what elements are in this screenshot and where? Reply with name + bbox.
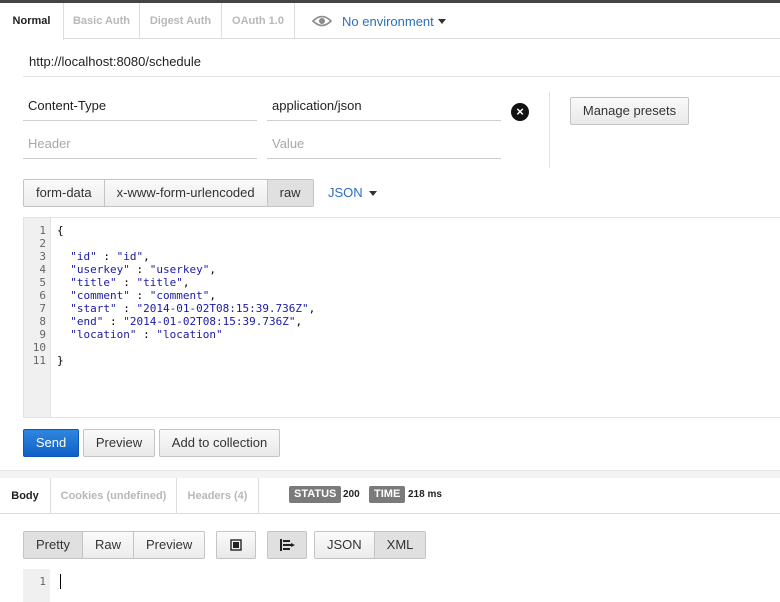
line-number: 10	[32, 341, 46, 354]
format-json[interactable]: JSON	[315, 532, 375, 558]
line-number: 4	[39, 263, 46, 276]
response-format-group: JSON XML	[314, 531, 427, 559]
view-raw[interactable]: Raw	[82, 532, 134, 558]
raw-format-dropdown[interactable]: JSON	[328, 185, 378, 200]
status-value: 200	[343, 489, 360, 500]
code-line: "location" : "location"	[70, 328, 223, 341]
chevron-down-icon	[437, 18, 446, 24]
auth-tabs: Normal Basic Auth Digest Auth OAuth 1.0 …	[0, 3, 780, 40]
response-body-viewer[interactable]: 1	[23, 569, 780, 602]
request-body-editor[interactable]: 1 2 3 4 5 6 7 8 9 10 11 { "id" : "id", "userkey" :…	[23, 217, 780, 418]
code-line: "userkey" : "userkey",	[70, 263, 216, 276]
tab-digest-auth[interactable]: Digest Auth	[140, 3, 222, 39]
send-button[interactable]: Send	[23, 429, 79, 457]
wrap-lines-icon	[280, 539, 295, 551]
code-line: }	[57, 354, 64, 367]
line-number: 1	[39, 575, 46, 588]
tab-cookies[interactable]: Cookies (undefined)	[51, 478, 177, 514]
eye-icon	[312, 15, 332, 27]
wrap-lines-button[interactable]	[267, 531, 307, 559]
line-number: 5	[39, 276, 46, 289]
status-badge: STATUS	[289, 486, 342, 503]
time-badge: TIME	[369, 486, 406, 503]
view-pretty[interactable]: Pretty	[24, 532, 83, 558]
line-number: 8	[39, 315, 46, 328]
line-number: 9	[39, 328, 46, 341]
code-line: "start" : "2014-01-02T08:15:39.736Z",	[70, 302, 316, 315]
header-divider	[549, 92, 550, 168]
new-header-key-input[interactable]	[23, 129, 257, 159]
response-gutter: 1	[23, 569, 50, 602]
header-value-input[interactable]	[267, 91, 501, 121]
manage-presets-button[interactable]: Manage presets	[570, 97, 689, 125]
code-line: {	[57, 224, 64, 237]
tab-body[interactable]: Body	[0, 478, 51, 514]
environment-label: No environment	[342, 13, 434, 29]
body-mode-urlencoded[interactable]: x-www-form-urlencoded	[104, 180, 268, 206]
response-view-group: Pretty Raw Preview	[23, 531, 206, 559]
raw-format-label: JSON	[328, 185, 363, 200]
format-xml[interactable]: XML	[374, 532, 426, 558]
code-line: "end" : "2014-01-02T08:15:39.736Z",	[70, 315, 303, 328]
line-number: 2	[39, 237, 46, 250]
code-line: "id" : "id",	[70, 250, 150, 263]
tab-basic-auth[interactable]: Basic Auth	[64, 3, 140, 39]
body-mode-group: form-data x-www-form-urlencoded raw	[23, 179, 314, 207]
tab-headers[interactable]: Headers (4)	[177, 478, 259, 514]
editor-gutter: 1 2 3 4 5 6 7 8 9 10 11	[24, 218, 51, 417]
preview-button[interactable]: Preview	[83, 429, 155, 457]
text-cursor	[60, 574, 61, 589]
view-preview[interactable]: Preview	[133, 532, 205, 558]
code-line: "title" : "title",	[70, 276, 190, 289]
time-value: 218 ms	[408, 489, 442, 500]
line-number: 7	[39, 302, 46, 315]
line-number: 11	[32, 354, 46, 367]
url-input[interactable]	[23, 47, 780, 77]
chevron-down-icon	[369, 191, 378, 197]
line-number: 3	[39, 250, 46, 263]
fullscreen-icon	[230, 539, 242, 551]
section-divider	[0, 470, 780, 478]
tab-normal[interactable]: Normal	[0, 3, 64, 40]
fullscreen-button[interactable]	[216, 531, 256, 559]
environment-selector[interactable]: No environment	[312, 3, 446, 39]
add-to-collection-button[interactable]: Add to collection	[159, 429, 280, 457]
line-number: 1	[39, 224, 46, 237]
code-line: "comment" : "comment",	[70, 289, 216, 302]
body-mode-raw[interactable]: raw	[267, 180, 313, 206]
tab-oauth[interactable]: OAuth 1.0	[222, 3, 295, 39]
header-key-input[interactable]	[23, 91, 257, 121]
remove-header-icon[interactable]: ×	[511, 103, 529, 121]
line-number: 6	[39, 289, 46, 302]
new-header-value-input[interactable]	[267, 129, 501, 159]
body-mode-form-data[interactable]: form-data	[24, 180, 105, 206]
